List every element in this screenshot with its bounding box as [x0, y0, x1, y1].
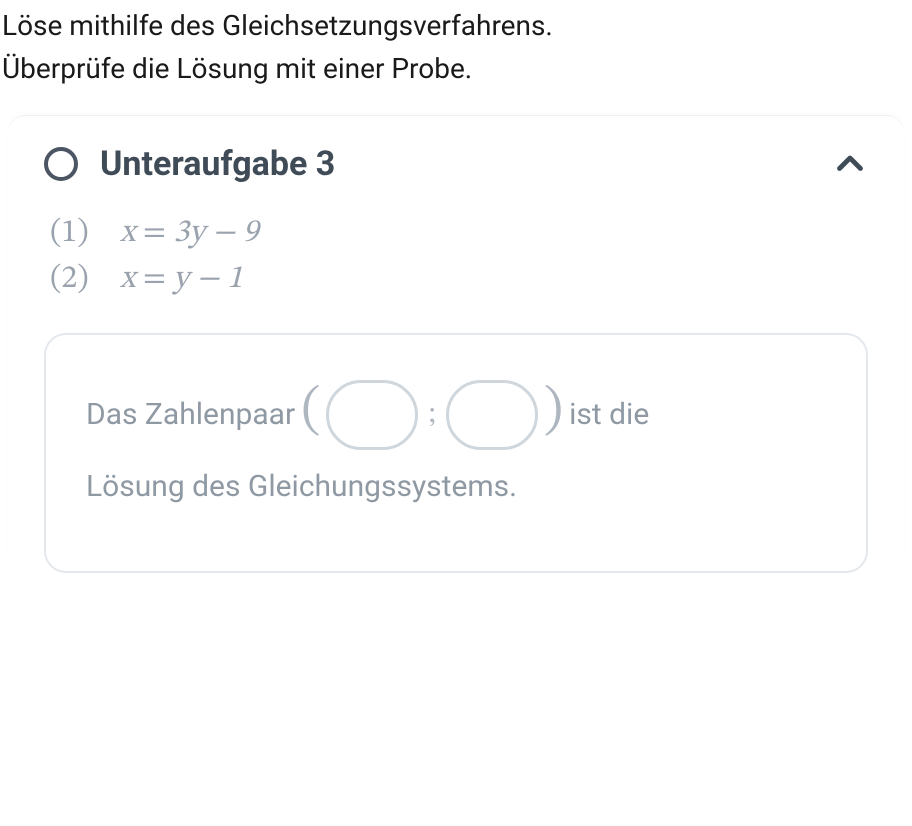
answer-input-y[interactable]: [446, 380, 538, 450]
equation-2-lhs: x: [120, 263, 135, 295]
equation-2: (2) x = y − 1: [50, 256, 868, 302]
equation-2-number: (2): [50, 256, 120, 302]
subtask-header[interactable]: Unteraufgabe 3: [8, 116, 904, 202]
equation-block: (1) x = 3y − 9 (2) x = y − 1: [8, 202, 904, 327]
equation-1-rhs: 3y − 9: [173, 217, 258, 249]
answer-line-1: Das Zahlenpaar ( ; ) ist die: [86, 379, 826, 451]
chevron-up-icon: [832, 146, 868, 182]
pair-separator: ;: [428, 379, 435, 451]
subtask-card: Unteraufgabe 3 (1) x = 3y − 9 (2) x = y …: [8, 115, 904, 573]
equals-sign: =: [143, 217, 174, 249]
equals-sign: =: [143, 263, 174, 295]
instruction-line-2: Überprüfe die Lösung mit einer Probe.: [2, 47, 910, 90]
equation-1: (1) x = 3y − 9: [50, 210, 868, 256]
equation-1-lhs: x: [120, 217, 135, 249]
equation-1-number: (1): [50, 210, 120, 256]
equation-2-rhs: y − 1: [173, 263, 242, 295]
subtask-title: Unteraufgabe 3: [100, 144, 832, 184]
answer-box: Das Zahlenpaar ( ; ) ist die Lösung des …: [44, 333, 868, 573]
answer-prefix: Das Zahlenpaar: [86, 379, 295, 451]
answer-line-2: Lösung des Gleichungssystems.: [86, 451, 826, 523]
answer-input-x[interactable]: [326, 380, 418, 450]
answer-suffix: ist die: [569, 379, 649, 451]
instructions: Löse mithilfe des Gleichsetzungsverfahre…: [0, 0, 912, 109]
status-circle-icon: [44, 147, 78, 181]
instruction-line-1: Löse mithilfe des Gleichsetzungsverfahre…: [2, 4, 910, 47]
